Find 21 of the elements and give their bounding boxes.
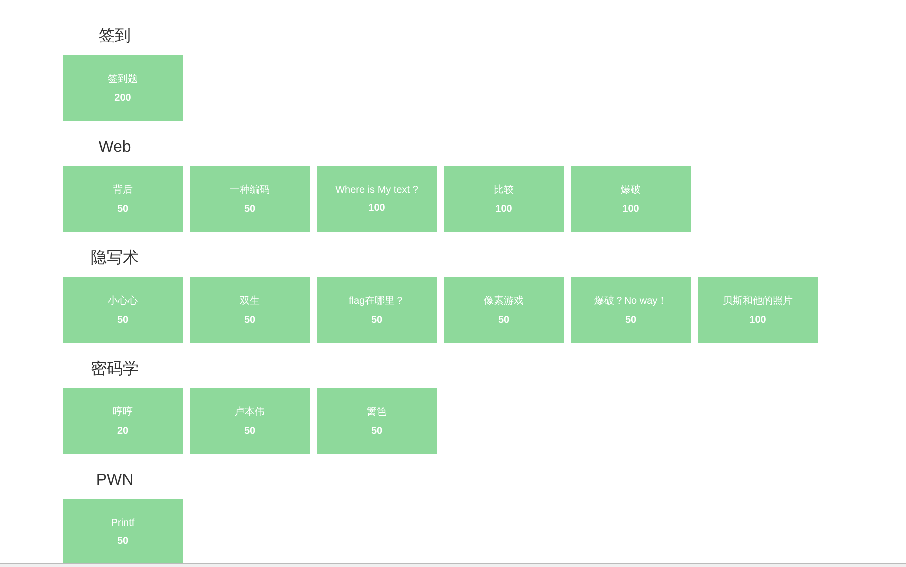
challenge-card[interactable]: 卢本伟 50: [190, 388, 310, 454]
challenge-card[interactable]: 背后 50: [63, 166, 183, 232]
challenge-card[interactable]: 像素游戏 50: [444, 277, 564, 343]
challenge-card[interactable]: 比较 100: [444, 166, 564, 232]
challenge-card[interactable]: Printf 50: [63, 499, 183, 565]
challenge-card[interactable]: 双生 50: [190, 277, 310, 343]
category-heading: 签到: [98, 27, 132, 47]
challenge-card[interactable]: 小心心 50: [63, 277, 183, 343]
challenge-card[interactable]: flag在哪里？ 50: [317, 277, 437, 343]
challenge-card[interactable]: 爆破 100: [571, 166, 691, 232]
challenge-card[interactable]: 贝斯和他的照片 100: [698, 277, 818, 343]
challenge-card[interactable]: 篱笆 50: [317, 388, 437, 454]
challenge-card[interactable]: 哼哼 20: [63, 388, 183, 454]
challenge-card[interactable]: Where is My text ? 100: [317, 166, 437, 232]
category-heading: 密码学: [90, 360, 140, 380]
challenge-card[interactable]: 爆破？No way！ 50: [571, 277, 691, 343]
challenge-card[interactable]: 签到题 200: [63, 55, 183, 121]
challenge-card[interactable]: 一种编码 50: [190, 166, 310, 232]
category-heading: PWN: [95, 471, 135, 491]
category-heading: Web: [98, 138, 132, 158]
category-heading: 隐写术: [90, 248, 140, 269]
